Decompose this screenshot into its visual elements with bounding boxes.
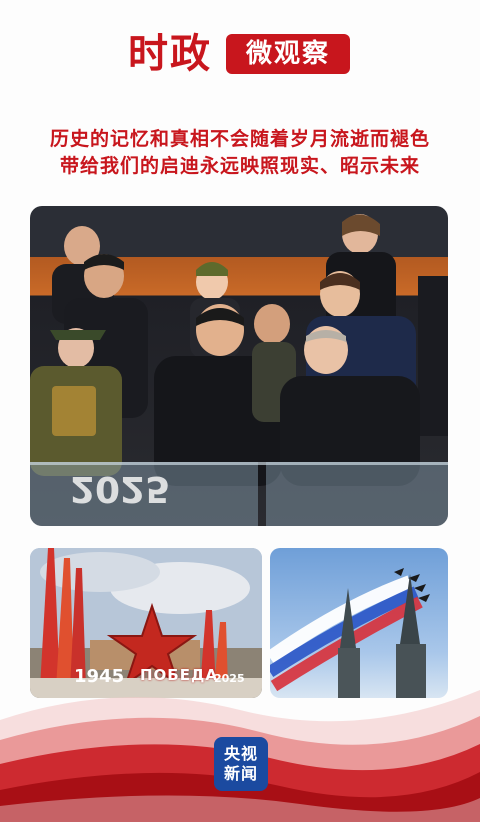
decorative-waves: [0, 690, 480, 822]
subtitle-line-2: 带给我们的启迪永远映照现实、昭示未来: [59, 155, 420, 177]
page-title: 时政: [128, 30, 212, 77]
main-photo: 2025: [30, 206, 448, 526]
subtitle-line-1: 历史的记忆和真相不会随着岁月流逝而褪色: [49, 128, 430, 150]
logo-line-2: 新闻: [223, 764, 258, 783]
logo-line-1: 央视: [223, 744, 258, 763]
sign-2025: 2025: [70, 468, 171, 509]
title-tag: 微观察: [226, 34, 350, 74]
header: 时政 微观察: [0, 28, 480, 80]
cctv-news-logo: 央视 新闻: [214, 737, 268, 791]
poster: 时政 微观察 历史的记忆和真相不会随着岁月流逝而褪色 带给我们的启迪永远映照现实…: [0, 0, 480, 822]
